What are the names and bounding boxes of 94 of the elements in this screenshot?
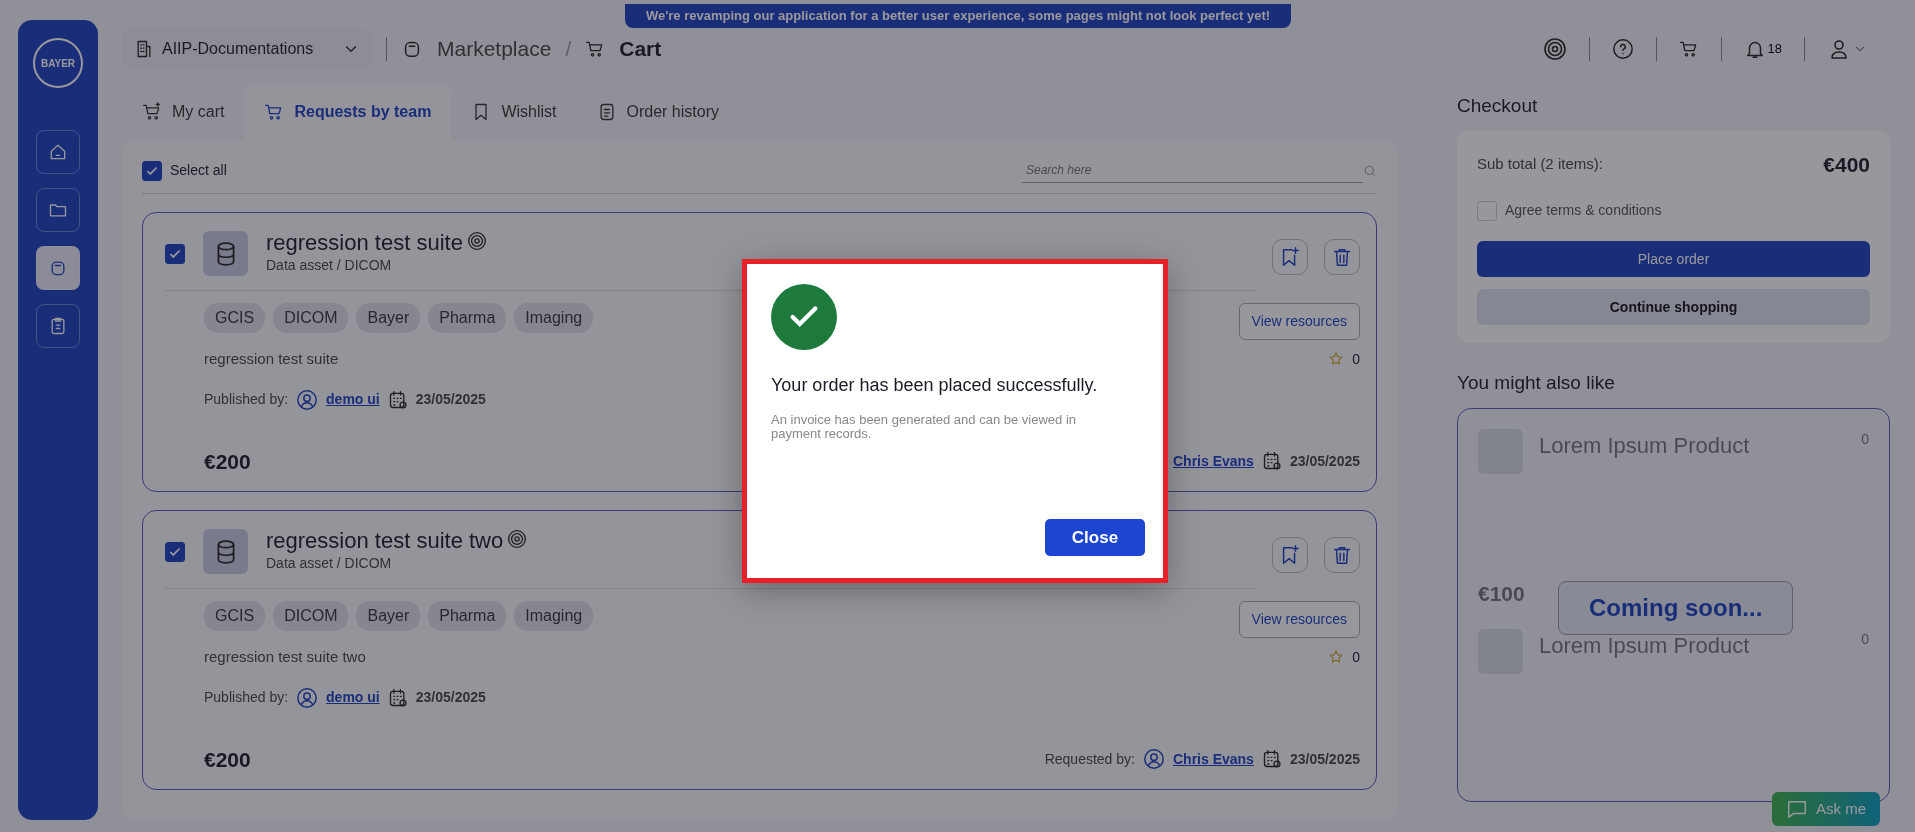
tag: Pharma xyxy=(428,303,507,334)
cart-plus-icon xyxy=(142,102,162,122)
published-date: 23/05/2025 xyxy=(415,688,486,708)
tab[interactable]: My cart xyxy=(122,84,245,140)
rating-count: 0 xyxy=(1352,647,1360,667)
calendar-icon xyxy=(1261,451,1282,472)
item-description: regression test suite xyxy=(204,349,339,370)
item-description: regression test suite two xyxy=(204,647,366,668)
gear-badge-icon xyxy=(466,231,487,251)
item-category: Data asset / DICOM xyxy=(266,554,393,574)
breadcrumb-separator: / xyxy=(565,36,572,63)
item-category: Data asset / DICOM xyxy=(266,256,393,276)
user-icon xyxy=(296,388,319,411)
suggestions-heading: You might also like xyxy=(1457,371,1616,395)
breadcrumb-link[interactable]: Marketplace xyxy=(437,33,552,65)
place-order-button[interactable]: Place order xyxy=(1477,241,1870,277)
close-button[interactable]: Close xyxy=(1045,519,1145,556)
published-by-label: Published by: xyxy=(204,390,289,410)
breadcrumb-current: Cart xyxy=(619,36,662,63)
requested-by-label: Requested by: xyxy=(1044,749,1135,769)
delete-button[interactable] xyxy=(1324,537,1360,573)
coming-soon-label: Coming soon... xyxy=(1558,580,1794,635)
trash-icon xyxy=(1331,246,1353,268)
calendar-icon xyxy=(1261,749,1282,770)
product-count: 0 xyxy=(1861,630,1869,649)
success-message: Your order has been placed successfully. xyxy=(771,374,1099,397)
trash-icon xyxy=(1331,544,1353,566)
clipboard-nav-button[interactable] xyxy=(36,304,80,348)
tab[interactable]: Wishlist xyxy=(451,84,577,140)
tag: DICOM xyxy=(273,303,349,334)
terms-label: Agree terms & conditions xyxy=(1505,201,1662,220)
product-title: Lorem Ipsum Product xyxy=(1539,632,1751,660)
product-count: 0 xyxy=(1861,429,1869,449)
invoice-note: An invoice has been generated and can be viewed in payment records. xyxy=(771,413,1077,441)
help-icon xyxy=(1611,38,1634,60)
item-price: €200 xyxy=(204,746,251,773)
tag: GCIS xyxy=(204,601,266,632)
requested-date: 23/05/2025 xyxy=(1289,451,1360,471)
gear-badge-icon xyxy=(507,529,528,549)
bag-nav-button[interactable] xyxy=(36,246,80,290)
user-icon xyxy=(296,686,319,709)
select-all-checkbox[interactable] xyxy=(142,160,162,181)
tab[interactable]: Requests by team xyxy=(244,84,452,140)
subtotal-label: Sub total (2 items): xyxy=(1477,154,1603,174)
gear-badge-icon xyxy=(1542,37,1567,61)
tag: DICOM xyxy=(273,601,349,632)
view-resources-button[interactable]: View resources xyxy=(1238,601,1360,639)
item-title: regression test suite two xyxy=(266,529,504,554)
item-price: €200 xyxy=(204,448,251,475)
home-nav-button[interactable] xyxy=(36,130,80,174)
chat-button[interactable]: Ask me xyxy=(1772,791,1880,826)
publisher-link[interactable]: demo ui xyxy=(326,389,380,411)
tab[interactable]: Order history xyxy=(576,84,739,140)
published-by-label: Published by: xyxy=(204,688,289,708)
announcement-banner: We're revamping our application for a better user experience, some pages might not look perfect yet! xyxy=(625,4,1291,28)
requester-link[interactable]: Chris Evans xyxy=(1173,450,1254,472)
item-title: regression test suite xyxy=(266,231,463,256)
product-title: Lorem Ipsum Product xyxy=(1539,431,1751,460)
user-icon xyxy=(1143,748,1165,771)
tag: Imaging xyxy=(514,601,594,632)
calendar-icon xyxy=(387,687,408,708)
view-resources-button[interactable]: View resources xyxy=(1238,303,1360,341)
search-field[interactable]: Search here xyxy=(1022,158,1363,183)
select-all-label: Select all xyxy=(170,161,227,180)
tag: GCIS xyxy=(204,303,266,334)
home-icon xyxy=(48,142,68,162)
add-to-wishlist-button[interactable] xyxy=(1272,537,1308,573)
add-to-wishlist-button[interactable] xyxy=(1272,239,1308,275)
tag: Pharma xyxy=(428,601,507,632)
continue-shopping-button[interactable]: Continue shopping xyxy=(1477,289,1870,325)
tag: Bayer xyxy=(356,601,421,632)
logo: BAYER xyxy=(33,38,83,88)
star-icon xyxy=(1328,649,1345,666)
star-icon xyxy=(1328,351,1345,368)
publisher-link[interactable]: demo ui xyxy=(326,687,380,709)
item-checkbox[interactable] xyxy=(165,541,185,562)
delete-button[interactable] xyxy=(1324,239,1360,275)
product-price: €100 xyxy=(1478,580,1525,607)
tag: Bayer xyxy=(356,303,421,334)
published-date: 23/05/2025 xyxy=(415,390,486,410)
workspace-select[interactable]: AIIP-Documentations xyxy=(122,29,372,69)
folder-nav-button[interactable] xyxy=(36,188,80,232)
requested-date: 23/05/2025 xyxy=(1289,749,1360,769)
requester-link[interactable]: Chris Evans xyxy=(1173,748,1254,770)
calendar-icon xyxy=(387,389,408,410)
cart-icon xyxy=(1678,39,1699,59)
search-icon xyxy=(1363,163,1377,178)
checkout-heading: Checkout xyxy=(1457,94,1539,118)
tag: Imaging xyxy=(514,303,594,334)
terms-checkbox[interactable] xyxy=(1477,200,1497,221)
item-checkbox[interactable] xyxy=(165,243,185,264)
notifications-button[interactable]: 18 xyxy=(1735,38,1790,60)
rating-count: 0 xyxy=(1352,349,1360,369)
subtotal-amount: €400 xyxy=(1823,151,1870,178)
